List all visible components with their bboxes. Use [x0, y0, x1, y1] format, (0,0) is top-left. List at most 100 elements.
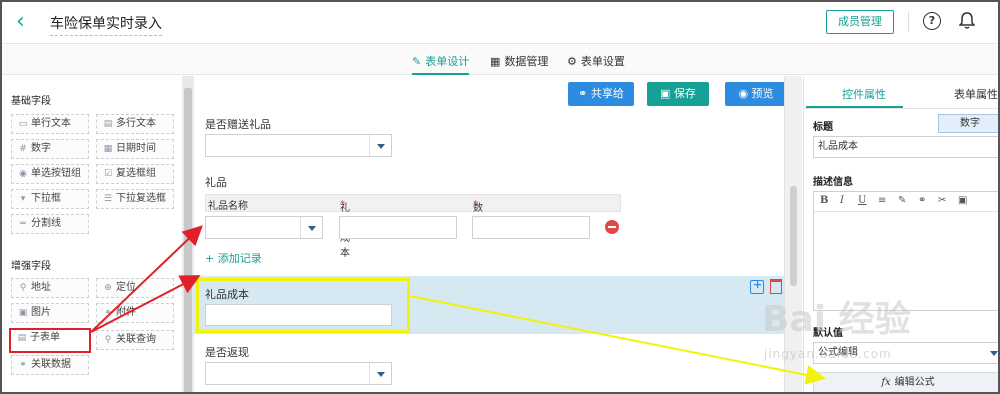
field-radio-group[interactable]: ◉ 单选按钮组 [11, 164, 89, 184]
chevron-down-icon[interactable] [300, 217, 322, 238]
back-icon[interactable]: ‹ [16, 11, 36, 34]
basic-fields-title: 基础字段 [11, 96, 51, 107]
unlink-icon[interactable]: ✂ [938, 195, 946, 206]
edit-formula-button[interactable]: fx 编辑公式 [813, 372, 998, 392]
field-type-tag: 数字 [938, 114, 998, 133]
list-icon: ☰ [103, 194, 113, 204]
plus-icon: + [205, 252, 218, 265]
field-divider[interactable]: ═ 分割线 [11, 214, 89, 234]
checkbox-icon: ☑ [103, 169, 113, 179]
field-linked-data[interactable]: ⚭ 关联数据 [11, 355, 89, 375]
field-location[interactable]: ⊕ 定位 [96, 278, 174, 298]
divider-icon: ═ [20, 219, 26, 229]
radio-icon: ◉ [19, 169, 27, 179]
bell-icon[interactable] [959, 11, 975, 31]
link-icon[interactable]: ⚭ [918, 195, 926, 206]
scrollbar-thumb[interactable] [790, 186, 797, 286]
link-search-icon: ⚲ [104, 335, 112, 345]
share-icon: ⚭ [578, 87, 591, 100]
rebate-select[interactable] [205, 362, 392, 385]
tab-label: 表单设置 [580, 55, 625, 68]
field-label-rebate: 是否返现 [205, 346, 249, 359]
field-label-gift-cost: 礼品成本 [205, 288, 249, 301]
app-window: ‹ 车险保单实时录入 成员管理 ? ⋮ ✎表单设计 ▦数据管理 ⚙表单设置 基础… [0, 0, 1000, 394]
underline-icon[interactable]: U [858, 195, 866, 206]
title-label: 标题 [813, 122, 833, 133]
crosshair-icon: ⊕ [104, 283, 112, 293]
field-image[interactable]: ▣ 图片 [11, 303, 89, 323]
tab-form-settings[interactable]: ⚙ 表单设置 [567, 53, 625, 75]
enhanced-fields-title: 增强字段 [11, 261, 51, 272]
share-button[interactable]: ⚭ 共享给 [568, 82, 634, 106]
tab-label: 表单设计 [425, 55, 470, 68]
align-icon[interactable]: ≡ [878, 195, 886, 206]
link-icon: ⚭ [19, 360, 27, 370]
tab-data-management[interactable]: ▦ 数据管理 [490, 53, 548, 75]
chevron-down-icon[interactable] [990, 351, 998, 356]
scrollbar-thumb[interactable] [184, 88, 192, 392]
field-datetime[interactable]: ▦ 日期时间 [96, 139, 174, 159]
field-multi-line[interactable]: ▤ 多行文本 [96, 114, 174, 134]
chevron-down-icon[interactable] [369, 363, 391, 384]
subform-header: 礼品名称 礼品成本 * 数量 * [205, 194, 621, 259]
app-title[interactable]: 车险保单实时录入 [50, 13, 162, 36]
field-attachment[interactable]: ⚭ 附件 [96, 303, 174, 323]
gift-cost-field-input[interactable] [205, 304, 392, 326]
save-icon: ▣ [660, 87, 674, 100]
text-icon: ▭ [18, 119, 28, 129]
map-pin-icon: ⚲ [19, 283, 27, 293]
preview-button[interactable]: ◉ 预览 [725, 82, 787, 106]
calendar-icon: ▦ [103, 144, 113, 154]
tab-form-properties[interactable]: 表单属性 [954, 86, 998, 102]
field-number[interactable]: # 数字 [11, 139, 89, 159]
col-gift-name: 礼品名称 [208, 201, 248, 212]
edit-icon: ✎ [412, 55, 422, 68]
field-linked-query[interactable]: ⚲ 关联查询 [96, 330, 174, 350]
palette-scrollbar[interactable] [182, 76, 194, 392]
paperclip-icon: ⚭ [104, 308, 112, 318]
chevron-down-icon[interactable] [369, 135, 391, 156]
description-label: 描述信息 [813, 177, 853, 188]
dropdown-icon: ▾ [20, 194, 26, 204]
editor-toolbar: B I U ≡ ✎ ⚭ ✂ ▣ [814, 192, 998, 212]
field-checkbox-group[interactable]: ☑ 复选框组 [96, 164, 174, 184]
watermark: Bai 经验 [762, 299, 911, 340]
member-management-button[interactable]: 成员管理 [826, 10, 894, 34]
remove-row-icon[interactable] [605, 220, 619, 234]
field-dropdown[interactable]: ▾ 下拉框 [11, 189, 89, 209]
image-icon: ▣ [18, 308, 28, 318]
fx-icon: fx [881, 377, 891, 388]
tab-form-design[interactable]: ✎ 表单设计 [412, 53, 470, 75]
italic-icon[interactable]: I [840, 195, 844, 206]
save-button[interactable]: ▣ 保存 [647, 82, 709, 106]
form-canvas: ⚭ 共享给 ▣ 保存 ◉ 预览 是否赠送礼品 礼品 礼品名称 礼品成本 * 数量… [194, 76, 787, 392]
image-icon[interactable]: ▣ [958, 195, 967, 206]
quantity-input[interactable] [472, 216, 590, 239]
gift-name-select[interactable] [205, 216, 323, 239]
tab-bar: ✎ 表单设计 ▦ 数据管理 ⚙ 表单设置 [2, 45, 998, 75]
watermark-url: jingyan.baidu.com [764, 347, 892, 361]
number-icon: # [19, 144, 27, 154]
field-label-gift: 礼品 [205, 176, 227, 189]
gear-icon: ⚙ [567, 55, 577, 68]
divider [804, 108, 998, 109]
brush-icon[interactable]: ✎ [898, 195, 906, 206]
field-multi-dropdown[interactable]: ☰ 下拉复选框 [96, 189, 174, 209]
gift-given-select[interactable] [205, 134, 392, 157]
add-record-link[interactable]: + 添加记录 [205, 250, 262, 266]
subform-icon: ▤ [17, 333, 27, 343]
title-input[interactable]: 礼品成本 [813, 136, 998, 158]
field-address[interactable]: ⚲ 地址 [11, 278, 89, 298]
gift-cost-input[interactable] [339, 216, 457, 239]
help-icon[interactable]: ? [923, 12, 941, 30]
divider [908, 12, 909, 32]
field-single-line[interactable]: ▭ 单行文本 [11, 114, 89, 134]
field-subform[interactable]: ▤ 子表单 [9, 328, 91, 353]
tab-control-properties[interactable]: 控件属性 [842, 86, 886, 102]
bold-icon[interactable]: B [820, 195, 828, 206]
eye-icon: ◉ [738, 87, 752, 100]
more-icon[interactable]: ⋮ [992, 9, 998, 28]
textarea-icon: ▤ [103, 119, 113, 129]
top-bar: ‹ 车险保单实时录入 成员管理 ? ⋮ [2, 2, 998, 44]
field-palette: 基础字段 ▭ 单行文本 ▤ 多行文本 # 数字 ▦ 日期时间 ◉ 单选按钮组 ☑ 复选框组 … [2, 76, 182, 392]
